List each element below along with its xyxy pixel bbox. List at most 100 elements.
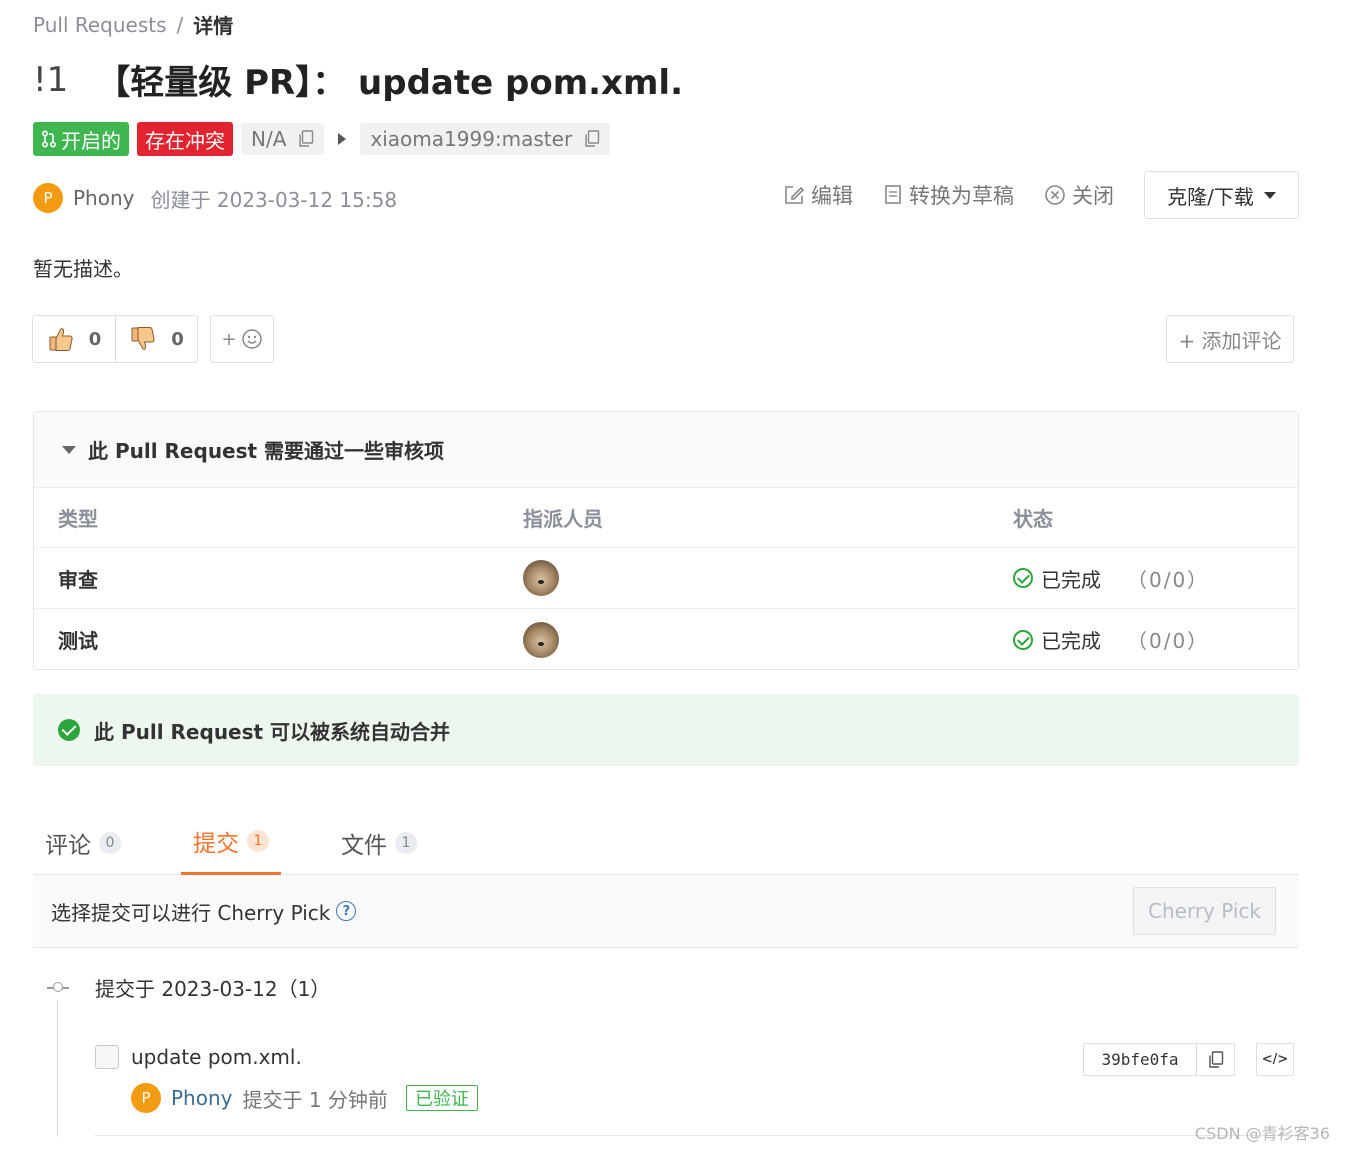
cherry-pick-bar: 选择提交可以进行 Cherry Pick ? bbox=[33, 875, 1299, 948]
cherry-pick-button[interactable]: Cherry Pick bbox=[1133, 887, 1276, 935]
commit-time: 提交于 1 分钟前 bbox=[242, 1087, 388, 1112]
thumbs-down-button[interactable]: 0 bbox=[115, 316, 197, 362]
review-count: （0/0） bbox=[1127, 567, 1210, 592]
thumbs-down-count: 0 bbox=[171, 328, 184, 350]
smiley-icon bbox=[241, 329, 262, 349]
breadcrumb-separator: / bbox=[176, 12, 184, 37]
divider bbox=[95, 1135, 1299, 1136]
commit-item: update pom.xml. bbox=[95, 1045, 302, 1069]
commit-meta: P Phony 提交于 1 分钟前 已验证 bbox=[131, 1083, 478, 1113]
commit-author-avatar[interactable]: P bbox=[131, 1083, 161, 1113]
author-avatar[interactable]: P bbox=[33, 183, 63, 213]
open-status-badge: 开启的 bbox=[33, 122, 129, 156]
clone-download-button[interactable]: 克隆/下载 bbox=[1144, 171, 1299, 219]
avatar[interactable] bbox=[523, 621, 559, 658]
pr-actions: 编辑 转换为草稿 关闭 克隆/下载 bbox=[783, 171, 1299, 219]
commit-author-name[interactable]: Phony bbox=[171, 1086, 232, 1110]
merge-status-text: 此 Pull Request 可以被系统自动合并 bbox=[94, 719, 451, 744]
tab-commits[interactable]: 提交 1 bbox=[181, 810, 281, 875]
pr-description: 暂无描述。 bbox=[33, 257, 133, 281]
column-status: 状态 bbox=[1013, 507, 1053, 531]
edit-button[interactable]: 编辑 bbox=[783, 180, 853, 210]
review-count: （0/0） bbox=[1127, 629, 1210, 653]
review-table: 类型 指派人员 状态 审查 已完成 （0/0） 测试 已完成 （0/0） bbox=[34, 488, 1298, 670]
review-type: 测试 bbox=[58, 629, 98, 653]
add-comment-button[interactable]: + 添加评论 bbox=[1166, 315, 1294, 363]
review-table-header: 类型 指派人员 状态 bbox=[34, 488, 1298, 548]
target-branch-name: xiaoma1999:master bbox=[370, 127, 573, 151]
commit-sha[interactable]: 39bfe0fa bbox=[1083, 1043, 1197, 1076]
merge-direction-arrow-icon bbox=[338, 133, 347, 145]
pull-request-icon bbox=[41, 130, 57, 148]
created-time: 创建于 2023-03-12 15:58 bbox=[150, 187, 398, 212]
target-branch-tag: xiaoma1999:master bbox=[360, 123, 611, 155]
thumbs-up-count: 0 bbox=[88, 328, 102, 350]
edit-icon bbox=[785, 186, 805, 204]
commit-checkbox[interactable] bbox=[95, 1045, 119, 1069]
tab-files[interactable]: 文件 1 bbox=[329, 810, 429, 875]
merge-status-bar: 此 Pull Request 可以被系统自动合并 bbox=[33, 694, 1299, 766]
reaction-group: 0 0 bbox=[32, 315, 198, 363]
close-circle-icon bbox=[1045, 185, 1065, 205]
copy-icon[interactable] bbox=[584, 130, 600, 148]
thumbs-up-button[interactable]: 0 bbox=[33, 316, 115, 362]
breadcrumb-root-link[interactable]: Pull Requests bbox=[33, 13, 167, 37]
breadcrumb: Pull Requests / 详情 bbox=[33, 10, 233, 39]
draft-icon bbox=[885, 185, 901, 204]
copy-sha-button[interactable] bbox=[1197, 1043, 1235, 1076]
author-name[interactable]: Phony bbox=[73, 186, 134, 210]
assignee-cell bbox=[523, 621, 1013, 658]
cherry-pick-hint: 选择提交可以进行 Cherry Pick bbox=[51, 900, 331, 925]
tab-commits-count: 1 bbox=[247, 830, 269, 852]
conflict-badge: 存在冲突 bbox=[137, 122, 233, 156]
verified-badge: 已验证 bbox=[405, 1085, 478, 1111]
review-panel: 此 Pull Request 需要通过一些审核项 类型 指派人员 状态 审查 已… bbox=[33, 411, 1299, 670]
pr-number: !1 bbox=[33, 59, 69, 100]
commit-message[interactable]: update pom.xml. bbox=[131, 1045, 302, 1069]
breadcrumb-current: 详情 bbox=[193, 14, 234, 38]
copy-icon bbox=[1208, 1050, 1223, 1068]
tab-comments-count: 0 bbox=[99, 831, 121, 854]
commit-group-header: 提交于 2023-03-12（1） bbox=[47, 973, 330, 1002]
tab-comments-label: 评论 bbox=[45, 832, 91, 859]
convert-to-draft-button[interactable]: 转换为草稿 bbox=[883, 180, 1014, 210]
tab-comments[interactable]: 评论 0 bbox=[33, 810, 133, 875]
timeline-line bbox=[57, 1000, 58, 1137]
column-assignee: 指派人员 bbox=[523, 507, 603, 531]
check-circle-icon bbox=[1013, 568, 1033, 588]
conflict-label: 存在冲突 bbox=[145, 128, 225, 153]
review-status: 已完成 bbox=[1041, 629, 1101, 653]
tab-files-label: 文件 bbox=[341, 832, 387, 859]
review-status: 已完成 bbox=[1041, 567, 1101, 592]
browse-code-button[interactable]: </> bbox=[1256, 1043, 1294, 1076]
page-title: !1 【轻量级 PR】： update pom.xml. bbox=[33, 55, 683, 104]
source-branch-name: N/A bbox=[251, 127, 287, 151]
add-emoji-plus: + bbox=[221, 328, 237, 350]
status-cell: 已完成 （0/0） bbox=[1013, 564, 1298, 593]
edit-label: 编辑 bbox=[811, 184, 853, 208]
close-pr-button[interactable]: 关闭 bbox=[1044, 180, 1114, 210]
avatar[interactable] bbox=[523, 560, 559, 596]
draft-label: 转换为草稿 bbox=[909, 184, 1014, 208]
review-panel-header[interactable]: 此 Pull Request 需要通过一些审核项 bbox=[34, 412, 1298, 488]
status-row: 开启的 存在冲突 N/A xiaoma1999:master bbox=[33, 122, 611, 156]
pr-title: 【轻量级 PR】： update pom.xml. bbox=[96, 63, 683, 103]
tab-commits-label: 提交 bbox=[193, 831, 239, 857]
code-icon: </> bbox=[1261, 1052, 1289, 1067]
pr-tabs: 评论 0 提交 1 文件 1 bbox=[33, 810, 1299, 875]
table-row: 测试 已完成 （0/0） bbox=[34, 609, 1298, 670]
commit-node-icon bbox=[47, 981, 69, 992]
assignee-cell bbox=[523, 560, 1013, 596]
column-type: 类型 bbox=[58, 507, 98, 531]
collapse-caret-icon bbox=[62, 445, 76, 454]
copy-icon[interactable] bbox=[298, 130, 314, 148]
commit-sha-group: 39bfe0fa bbox=[1083, 1043, 1235, 1076]
reactions-bar: 0 0 + bbox=[32, 315, 274, 363]
help-icon[interactable]: ? bbox=[336, 901, 357, 921]
thumbs-up-icon bbox=[49, 328, 73, 351]
add-emoji-button[interactable]: + bbox=[210, 315, 274, 363]
review-type: 审查 bbox=[58, 567, 98, 592]
thumbs-down-icon bbox=[131, 327, 155, 350]
watermark: CSDN @青衫客36 bbox=[1194, 1124, 1330, 1143]
open-status-label: 开启的 bbox=[61, 128, 121, 153]
